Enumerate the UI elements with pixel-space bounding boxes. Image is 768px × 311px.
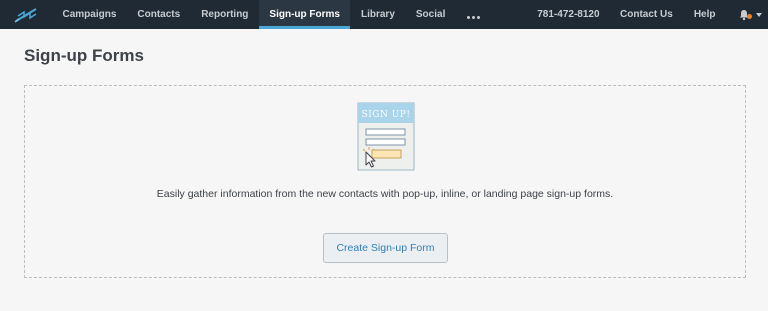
- main-nav: Campaigns Contacts Reporting Sign-up For…: [52, 0, 491, 29]
- notifications-button[interactable]: [726, 0, 768, 29]
- chevron-down-icon[interactable]: [756, 12, 762, 17]
- help-link[interactable]: Help: [683, 0, 726, 29]
- brand-logo-icon: [14, 7, 37, 23]
- empty-state-description: Easily gather information from the new c…: [156, 188, 614, 200]
- contact-us-link[interactable]: Contact Us: [610, 0, 684, 29]
- nav-social[interactable]: Social: [405, 0, 455, 29]
- nav-reporting[interactable]: Reporting: [191, 0, 259, 29]
- logo[interactable]: [0, 0, 52, 29]
- sign-up-form-illustration: SIGN UP!: [357, 102, 415, 171]
- more-menu-button[interactable]: [456, 0, 491, 29]
- top-navigation-bar: Campaigns Contacts Reporting Sign-up For…: [0, 0, 768, 29]
- nav-sign-up-forms[interactable]: Sign-up Forms: [258, 0, 351, 29]
- nav-library[interactable]: Library: [350, 0, 405, 29]
- nav-campaigns[interactable]: Campaigns: [52, 0, 127, 29]
- notification-badge: [747, 14, 752, 19]
- phone-number: 781-472-8120: [537, 9, 600, 20]
- nav-contacts[interactable]: Contacts: [127, 0, 191, 29]
- illustration-sign-up-text: SIGN UP!: [362, 110, 411, 120]
- empty-state-panel: SIGN UP! Easily gather information from …: [24, 85, 746, 278]
- more-dots-icon: [466, 6, 481, 24]
- page-title: Sign-up Forms: [24, 46, 144, 65]
- nav-right-group: 781-472-8120 Contact Us Help: [527, 0, 768, 29]
- create-sign-up-form-button[interactable]: Create Sign-up Form: [323, 233, 448, 263]
